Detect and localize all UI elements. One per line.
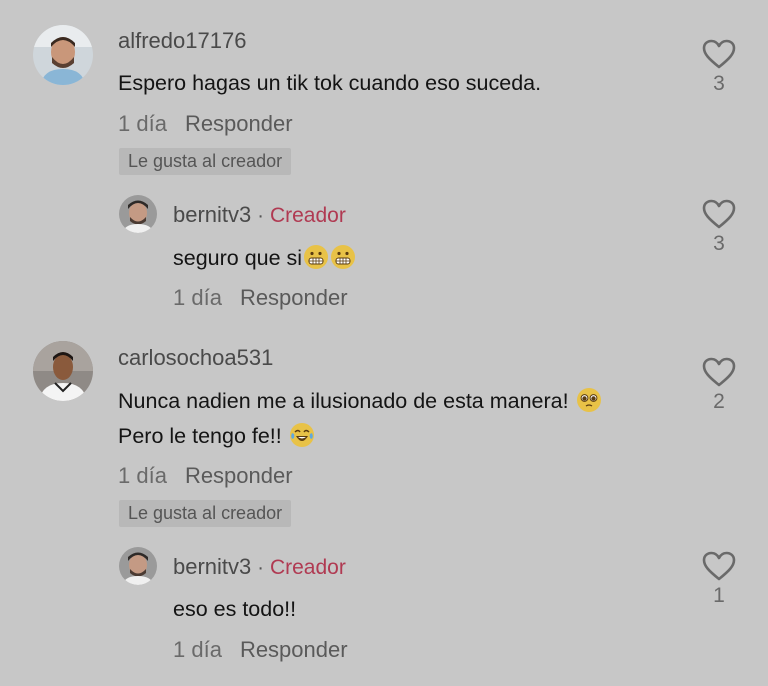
separator: ·	[257, 557, 264, 579]
heart-icon[interactable]	[701, 198, 737, 230]
timestamp: 1 día	[173, 285, 222, 310]
liked-by-creator-badge: Le gusta al creador	[119, 500, 292, 527]
reply-username[interactable]: bernitv3	[173, 554, 251, 579]
comment-meta: 1 día Responder	[118, 463, 293, 489]
comment-text: seguro que si	[173, 240, 356, 276]
reply-button[interactable]: Responder	[185, 111, 293, 136]
like-count: 1	[713, 584, 725, 607]
grimacing-face-emoji	[331, 245, 356, 269]
comment-text-line: Pero le tengo fe!!	[118, 424, 282, 448]
creator-badge: Creador	[269, 204, 346, 227]
timestamp: 1 día	[118, 111, 167, 136]
comment-text: Espero hagas un tik tok cuando eso suced…	[118, 71, 542, 95]
like-button[interactable]: 3	[699, 198, 739, 256]
heart-icon[interactable]	[701, 38, 737, 70]
creator-badge: Creador	[269, 556, 346, 579]
comment-text: eso es todo!!	[173, 597, 297, 621]
comment-text: Nunca nadien me a ilusionado de esta man…	[118, 383, 602, 419]
like-count: 3	[713, 232, 725, 255]
like-button[interactable]: 1	[699, 550, 739, 608]
comment-text-line: Nunca nadien me a ilusionado de esta man…	[118, 389, 569, 413]
username: bernitv3 · Creador	[173, 554, 346, 580]
heart-icon[interactable]	[701, 550, 737, 582]
reply-button[interactable]: Responder	[185, 463, 293, 488]
separator: ·	[257, 205, 264, 227]
comment-text: Pero le tengo fe!!	[118, 418, 315, 454]
username[interactable]: alfredo17176	[118, 28, 246, 54]
pleading-face-emoji	[576, 388, 601, 412]
comment-meta: 1 día Responder	[173, 285, 348, 311]
reply-username[interactable]: bernitv3	[173, 202, 251, 227]
like-button[interactable]: 2	[699, 356, 739, 414]
comments-panel: alfredo17176 Espero hagas un tik tok cua…	[0, 0, 768, 686]
timestamp: 1 día	[118, 463, 167, 488]
username: bernitv3 · Creador	[173, 202, 346, 228]
reply-button[interactable]: Responder	[240, 285, 348, 310]
like-button[interactable]: 3	[699, 38, 739, 96]
avatar[interactable]	[33, 25, 93, 85]
heart-icon[interactable]	[701, 356, 737, 388]
comment-meta: 1 día Responder	[173, 637, 348, 663]
comment-meta: 1 día Responder	[118, 111, 293, 137]
username[interactable]: carlosochoa531	[118, 345, 273, 371]
avatar[interactable]	[119, 195, 157, 233]
reply-text: seguro que si	[173, 246, 303, 270]
avatar[interactable]	[33, 341, 93, 401]
reply-button[interactable]: Responder	[240, 637, 348, 662]
timestamp: 1 día	[173, 637, 222, 662]
like-count: 2	[713, 390, 725, 413]
avatar[interactable]	[119, 547, 157, 585]
grimacing-face-emoji	[304, 245, 329, 269]
like-count: 3	[713, 72, 725, 95]
liked-by-creator-badge: Le gusta al creador	[119, 148, 292, 175]
tears-of-joy-emoji	[289, 423, 314, 447]
